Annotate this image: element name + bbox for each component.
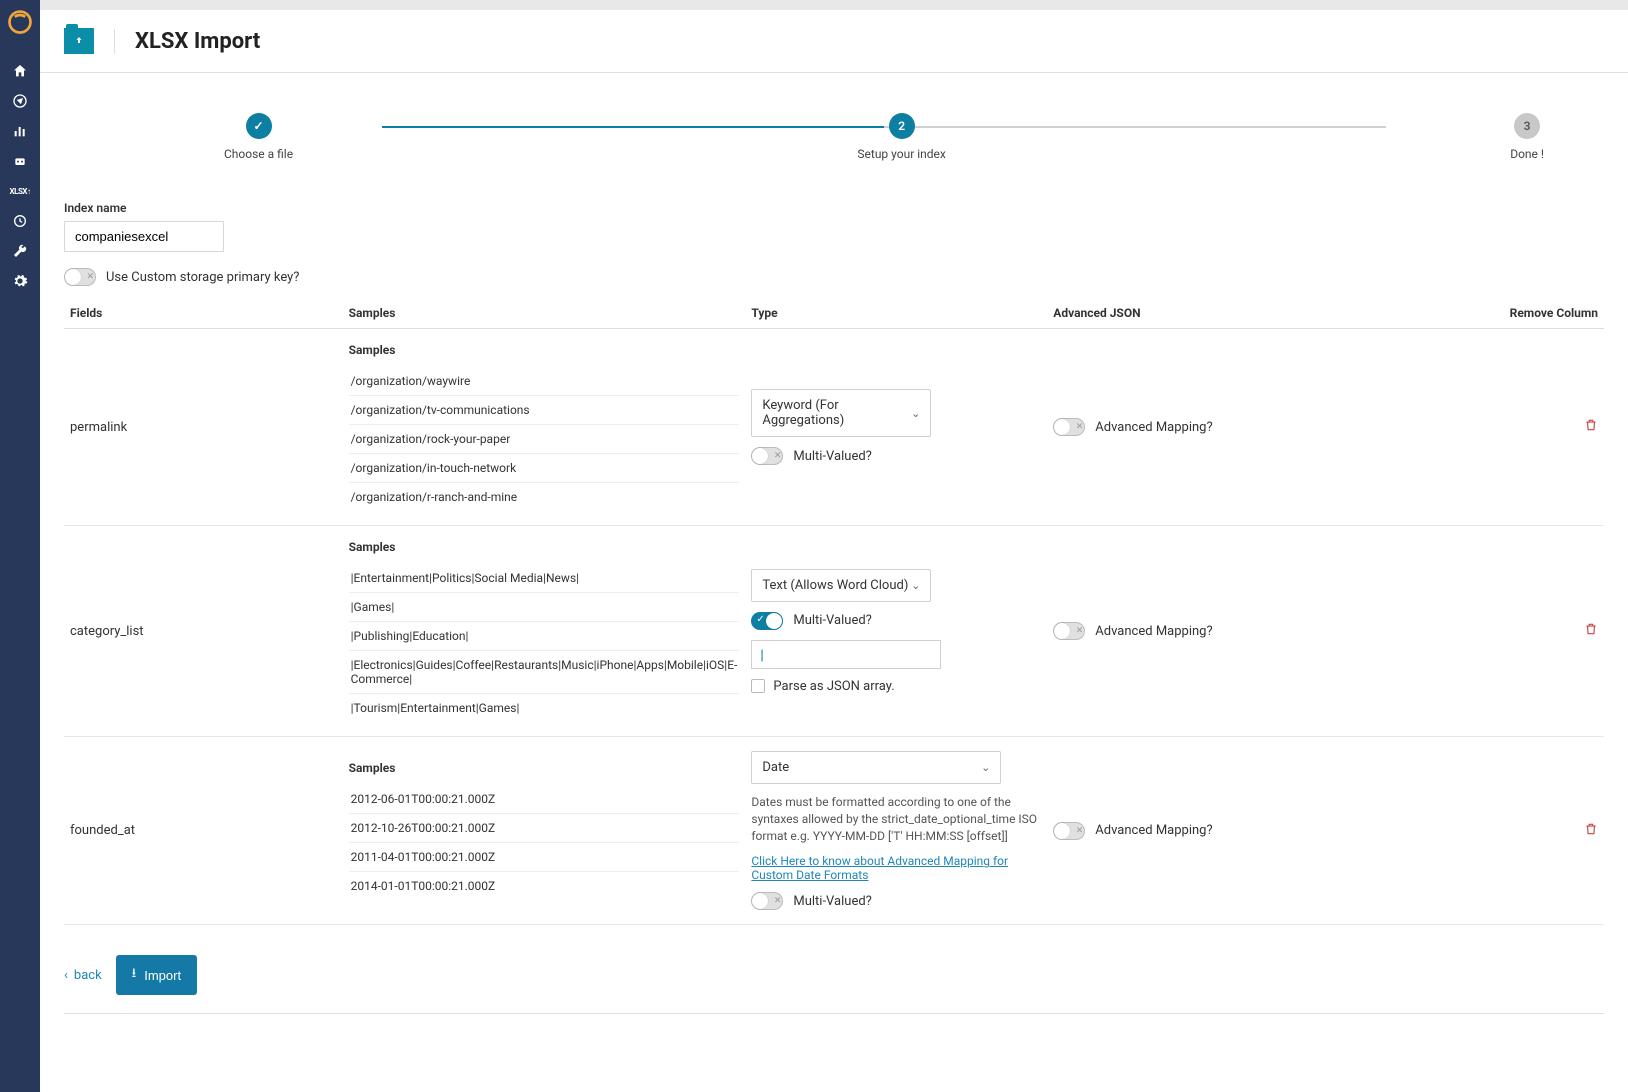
col-remove: Remove Column [1490, 298, 1604, 329]
parse-json-array-label: Parse as JSON array. [773, 679, 894, 694]
index-name-label: Index name [64, 201, 1604, 215]
col-advanced: Advanced JSON [1047, 298, 1489, 329]
multi-valued-toggle[interactable] [751, 892, 783, 910]
remove-column-button[interactable] [1584, 622, 1598, 640]
custom-pk-toggle[interactable] [64, 268, 96, 286]
advanced-mapping-toggle[interactable] [1053, 622, 1085, 640]
gear-icon[interactable] [0, 266, 40, 296]
chevron-down-icon: ⌄ [911, 407, 920, 420]
xlsx-import-icon[interactable]: XLSX↑ [0, 176, 40, 206]
step-setup-index[interactable]: 2 Setup your index [857, 113, 945, 161]
sample-item: /organization/waywire [349, 367, 740, 396]
page-title: XLSX Import [114, 29, 260, 54]
col-fields: Fields [64, 298, 343, 329]
sample-item: |Electronics|Guides|Coffee|Restaurants|M… [349, 651, 740, 694]
sample-item: 2014-01-01T00:00:21.000Z [349, 872, 740, 900]
sample-item: /organization/tv-communications [349, 396, 740, 425]
topbar [40, 0, 1628, 10]
import-button[interactable]: ⭳ Import [116, 955, 197, 995]
multi-valued-toggle[interactable] [751, 447, 783, 465]
index-name-input[interactable] [64, 221, 224, 252]
step-choose-file[interactable]: ✓ Choose a file [224, 113, 293, 161]
sample-item: 2012-10-26T00:00:21.000Z [349, 814, 740, 843]
chevron-down-icon: ⌄ [911, 579, 920, 592]
footer-actions: ‹ back ⭳ Import [64, 945, 1604, 995]
robot-icon[interactable] [0, 146, 40, 176]
parse-json-array-checkbox[interactable] [751, 679, 765, 693]
download-icon: ⭳ [132, 964, 137, 986]
fields-table: Fields Samples Type Advanced JSON Remove… [64, 298, 1604, 925]
sample-item: |Publishing|Education| [349, 622, 740, 651]
sample-item: |Entertainment|Politics|Social Media|New… [349, 564, 740, 593]
custom-pk-label: Use Custom storage primary key? [106, 270, 299, 285]
multi-valued-label: Multi-Valued? [793, 894, 871, 909]
sample-item: 2011-04-01T00:00:21.000Z [349, 843, 740, 872]
multi-valued-label: Multi-Valued? [793, 449, 871, 464]
back-button[interactable]: ‹ back [64, 968, 102, 983]
page-header: XLSX Import [40, 10, 1628, 73]
col-samples: Samples [343, 298, 746, 329]
date-format-hint: Dates must be formatted according to one… [751, 794, 1041, 844]
sample-item: 2012-06-01T00:00:21.000Z [349, 785, 740, 814]
multi-valued-label: Multi-Valued? [793, 613, 871, 628]
multi-valued-toggle[interactable] [751, 612, 783, 630]
field-name: founded_at [64, 737, 343, 925]
main: XLSX Import ✓ Choose a file 2 Setup your… [40, 0, 1628, 1092]
chevron-down-icon: ⌄ [981, 761, 990, 774]
advanced-mapping-label: Advanced Mapping? [1095, 420, 1212, 435]
table-row: permalink Samples/organization/waywire/or… [64, 329, 1604, 526]
wrench-icon[interactable] [0, 236, 40, 266]
table-row: category_list Samples |Entertainment|Polit… [64, 526, 1604, 737]
table-row: founded_at Samples 2012-06-01T00:00:21.000… [64, 737, 1604, 925]
step-done: 3 Done ! [1510, 113, 1544, 161]
wizard-stepper: ✓ Choose a file 2 Setup your index 3 Don… [224, 113, 1544, 161]
type-select[interactable]: Keyword (For Aggregations)⌄ [751, 389, 931, 437]
sidebar: XLSX↑ [0, 0, 40, 1092]
sample-item: /organization/in-touch-network [349, 454, 740, 483]
step-badge: 3 [1514, 113, 1540, 139]
separator-input[interactable] [751, 640, 941, 669]
compass-icon[interactable] [0, 86, 40, 116]
remove-column-button[interactable] [1584, 418, 1598, 436]
step-badge: 2 [889, 113, 915, 139]
app-logo-icon [6, 8, 34, 36]
col-type: Type [745, 298, 1047, 329]
field-name: permalink [64, 329, 343, 526]
sample-item: /organization/r-ranch-and-mine [349, 483, 740, 511]
advanced-mapping-label: Advanced Mapping? [1095, 624, 1212, 639]
field-name: category_list [64, 526, 343, 737]
remove-column-button[interactable] [1584, 822, 1598, 840]
advanced-mapping-toggle[interactable] [1053, 822, 1085, 840]
sample-item: /organization/rock-your-paper [349, 425, 740, 454]
samples-heading: Samples [349, 343, 740, 361]
advanced-mapping-toggle[interactable] [1053, 418, 1085, 436]
home-icon[interactable] [0, 56, 40, 86]
step-badge: ✓ [246, 113, 272, 139]
bar-chart-icon[interactable] [0, 116, 40, 146]
sample-item: |Tourism|Entertainment|Games| [349, 694, 740, 722]
chevron-left-icon: ‹ [64, 968, 68, 983]
samples-heading: Samples [349, 540, 740, 558]
advanced-mapping-label: Advanced Mapping? [1095, 823, 1212, 838]
type-select[interactable]: Date⌄ [751, 751, 1001, 784]
samples-heading: Samples [349, 761, 740, 779]
date-mapping-link[interactable]: Click Here to know about Advanced Mappin… [751, 854, 1041, 882]
history-icon[interactable] [0, 206, 40, 236]
sample-item: |Games| [349, 593, 740, 622]
import-folder-icon [64, 28, 94, 54]
type-select[interactable]: Text (Allows Word Cloud)⌄ [751, 569, 931, 602]
